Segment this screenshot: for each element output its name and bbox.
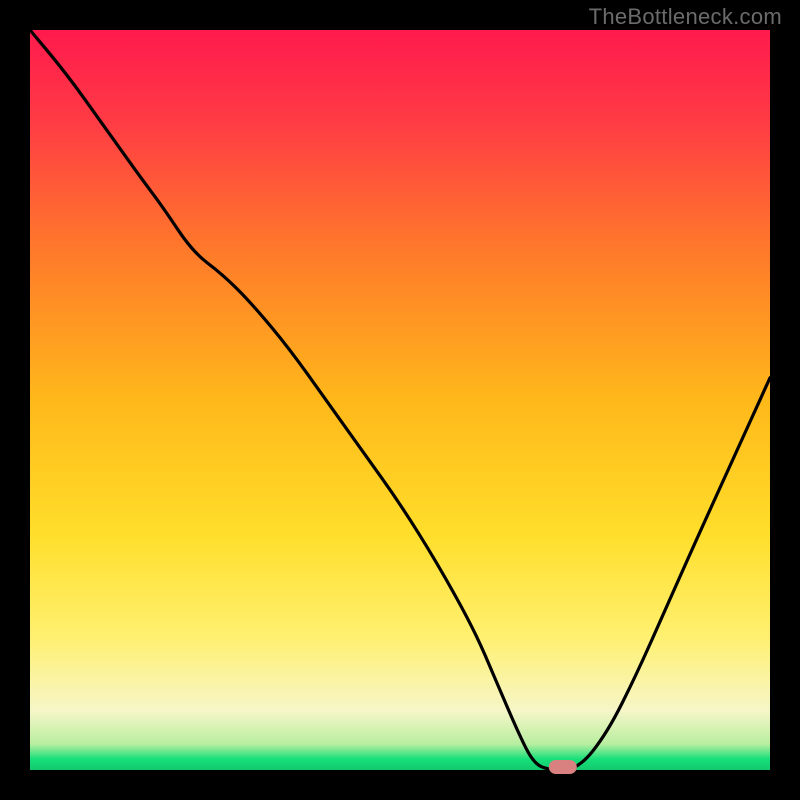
watermark-text: TheBottleneck.com	[589, 4, 782, 30]
plot-background	[30, 30, 770, 770]
bottleneck-chart	[0, 0, 800, 800]
optimum-marker	[549, 760, 577, 774]
chart-frame: { "watermark": "TheBottleneck.com", "col…	[0, 0, 800, 800]
